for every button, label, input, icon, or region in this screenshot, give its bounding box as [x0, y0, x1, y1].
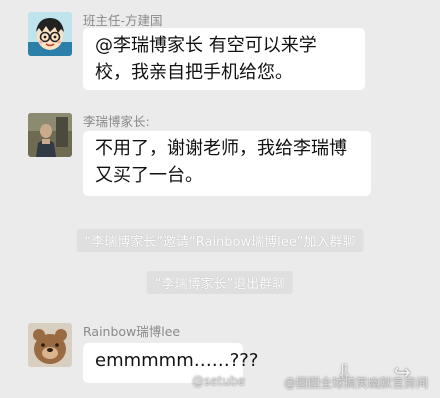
watermark-left: @setube [192, 374, 245, 388]
sender-name: 李瑞博家长: [83, 114, 150, 129]
message-bubble[interactable]: @李瑞博家长 有空可以来学 校，我亲自把手机给您。 [83, 28, 365, 90]
sender-name: Rainbow瑞博lee [83, 324, 181, 339]
bear-avatar[interactable] [28, 323, 72, 367]
message-line: 不用了，谢谢老师，我给李瑞博 [95, 138, 347, 159]
message-line: @李瑞博家长 有空可以来学 [95, 35, 317, 56]
photo-avatar[interactable] [28, 113, 72, 157]
cartoon-boy-avatar[interactable] [28, 12, 72, 56]
message-bubble[interactable]: 不用了，谢谢老师，我给李瑞博 又买了一台。 [83, 131, 371, 196]
message-line: emmmmm……??? [95, 350, 259, 371]
system-notice-invite: “李瑞博家长”邀请“Rainbow瑞博lee”加入群聊 [76, 229, 364, 252]
sender-name: 班主任-方建国 [83, 13, 163, 28]
message-line: 校，我亲自把手机给您。 [95, 62, 293, 83]
message-line: 又买了一台。 [95, 165, 203, 186]
chat-screen: 班主任-方建国 @李瑞博家长 有空可以来学 校，我亲自把手机给您。 李瑞博家长:… [0, 0, 440, 398]
watermark-right: @图图全球搞笑幽默官房间 [284, 376, 429, 390]
system-notice-leave: “李瑞博家长”退出群聊 [146, 271, 294, 294]
